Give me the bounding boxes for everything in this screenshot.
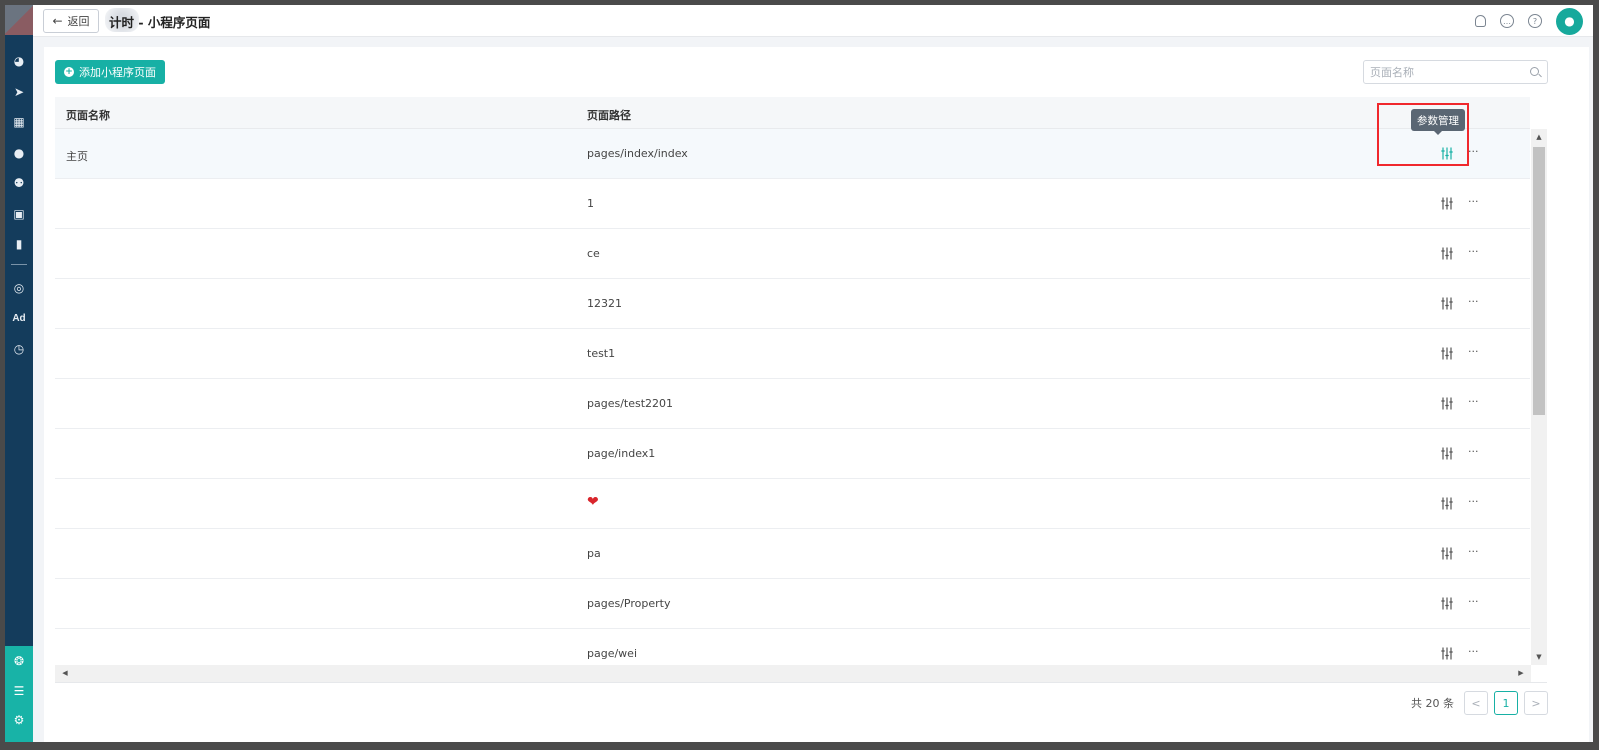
more-icon[interactable]: ··· [1468,645,1479,658]
back-button-label: 返回 [67,15,90,28]
server-icon[interactable]: ☰ [5,680,33,702]
more-icon[interactable]: ··· [1468,195,1479,208]
content-panel: + 添加小程序页面 页面名称 页面路径 主页 pages/index/index ·… [44,47,1589,742]
pagination: 共 20 条 < 1 > [1411,691,1548,715]
clock-icon[interactable]: ◷ [5,338,33,360]
user-icon[interactable]: ● [5,142,33,164]
header-tools: … ? ● [1475,7,1583,35]
page-path-cell: pages/test2201 [587,397,674,410]
top-header: ← 返回 计时 - 小程序页面 … ? ● [33,5,1593,37]
more-icon[interactable]: ··· [1468,595,1479,608]
table-row: pages/Property ··· [55,579,1530,629]
plus-circle-icon: + [64,67,74,77]
page-path-cell: 1 [587,197,594,210]
more-icon[interactable]: ··· [1468,545,1479,558]
scroll-left-icon[interactable]: ◀ [57,665,73,682]
table-row: 12321 ··· [55,279,1530,329]
horizontal-scrollbar[interactable]: ◀ ▶ [55,665,1531,682]
more-icon[interactable]: ··· [1468,295,1479,308]
search-icon[interactable] [1530,67,1539,76]
gear-icon[interactable]: ⚙ [5,709,33,731]
param-manage-icon[interactable] [1441,397,1453,410]
back-button[interactable]: ← 返回 [43,9,99,33]
param-manage-icon[interactable] [1441,347,1453,360]
search-input[interactable] [1364,61,1519,83]
page-path-cell: pages/Property [587,597,671,610]
param-manage-icon[interactable] [1441,597,1453,610]
page-path-cell: test1 [587,347,616,360]
table-row: pages/test2201 ··· [55,379,1530,429]
vertical-scroll-thumb[interactable] [1533,147,1545,415]
sidebar: ◕ ➤ ▦ ● ⚉ ▣ ▮ ◎ Ad ◷ ❂ ☰ ⚙ [5,5,33,742]
table-row: 主页 pages/index/index ··· [55,129,1530,179]
bookmark-icon[interactable]: ▣ [5,203,33,225]
user-avatar-icon: ● [1564,14,1575,28]
search-box [1363,60,1548,84]
pagination-total: 共 20 条 [1411,697,1454,710]
next-page-button[interactable]: > [1524,691,1548,715]
scroll-down-icon[interactable]: ▼ [1531,651,1547,663]
vertical-scrollbar[interactable]: ▲ ▼ [1531,129,1547,665]
app-logo [5,5,33,35]
param-manage-icon[interactable] [1441,197,1453,210]
avatar[interactable]: ● [1556,7,1583,35]
add-page-button[interactable]: + 添加小程序页面 [55,60,165,84]
scroll-up-icon[interactable]: ▲ [1531,131,1547,143]
table-header: 页面名称 页面路径 [55,97,1530,129]
param-manage-icon[interactable] [1441,647,1453,660]
page-path-cell: pa [587,547,601,560]
ad-icon[interactable]: Ad [5,307,33,329]
param-tooltip: 参数管理 [1411,109,1465,135]
prev-page-button[interactable]: < [1464,691,1488,715]
add-page-button-label: 添加小程序页面 [79,66,156,79]
page-path-cell: ❤ [587,494,599,510]
send-icon[interactable]: ➤ [5,81,33,103]
scroll-right-icon[interactable]: ▶ [1513,665,1529,682]
message-icon[interactable]: … [1500,14,1514,28]
more-icon[interactable]: ··· [1468,445,1479,458]
more-icon[interactable]: ··· [1468,245,1479,258]
page-path-cell: page/index1 [587,447,656,460]
more-icon[interactable]: ··· [1468,145,1479,158]
table-row: 1 ··· [55,179,1530,229]
more-icon[interactable]: ··· [1468,395,1479,408]
column-header-path: 页面路径 [587,109,631,122]
users-icon[interactable]: ⚉ [5,172,33,194]
dashboard-icon[interactable]: ◕ [5,50,33,72]
page-path-cell: ce [587,247,600,260]
page-path-cell: 12321 [587,297,622,310]
table-row: ce ··· [55,229,1530,279]
wechat-icon[interactable]: ◎ [5,277,33,299]
table-row: test1 ··· [55,329,1530,379]
bell-icon[interactable] [1475,15,1486,27]
page-title: 计时 - 小程序页面 [109,15,211,30]
param-manage-icon[interactable] [1441,547,1453,560]
arrow-left-icon: ← [52,14,63,28]
param-manage-icon[interactable] [1441,297,1453,310]
page-button-current[interactable]: 1 [1494,691,1518,715]
page-path-cell: pages/index/index [587,147,688,160]
table-row: ❤ ··· [55,479,1530,529]
page-name-cell: 主页 [66,150,88,163]
more-icon[interactable]: ··· [1468,345,1479,358]
param-manage-icon[interactable] [1441,497,1453,510]
pages-table: 页面名称 页面路径 主页 pages/index/index ··· 1 ··· ce ··… [55,97,1547,683]
column-header-name: 页面名称 [66,109,110,122]
more-icon[interactable]: ··· [1468,495,1479,508]
param-manage-icon[interactable] [1441,247,1453,260]
layout-icon[interactable]: ▦ [5,111,33,133]
sidebar-bottom-group: ❂ ☰ ⚙ [5,646,33,742]
share-icon[interactable]: ❂ [5,650,33,672]
sidebar-divider [11,264,27,265]
page-path-cell: page/wei [587,647,637,660]
param-manage-icon[interactable] [1441,447,1453,460]
table-row: pa ··· [55,529,1530,579]
bar-chart-icon[interactable]: ▮ [5,233,33,255]
help-icon[interactable]: ? [1528,14,1542,28]
app-window: ◕ ➤ ▦ ● ⚉ ▣ ▮ ◎ Ad ◷ ❂ ☰ ⚙ ← 返回 计时 - 小程序… [5,5,1593,742]
table-row: page/index1 ··· [55,429,1530,479]
